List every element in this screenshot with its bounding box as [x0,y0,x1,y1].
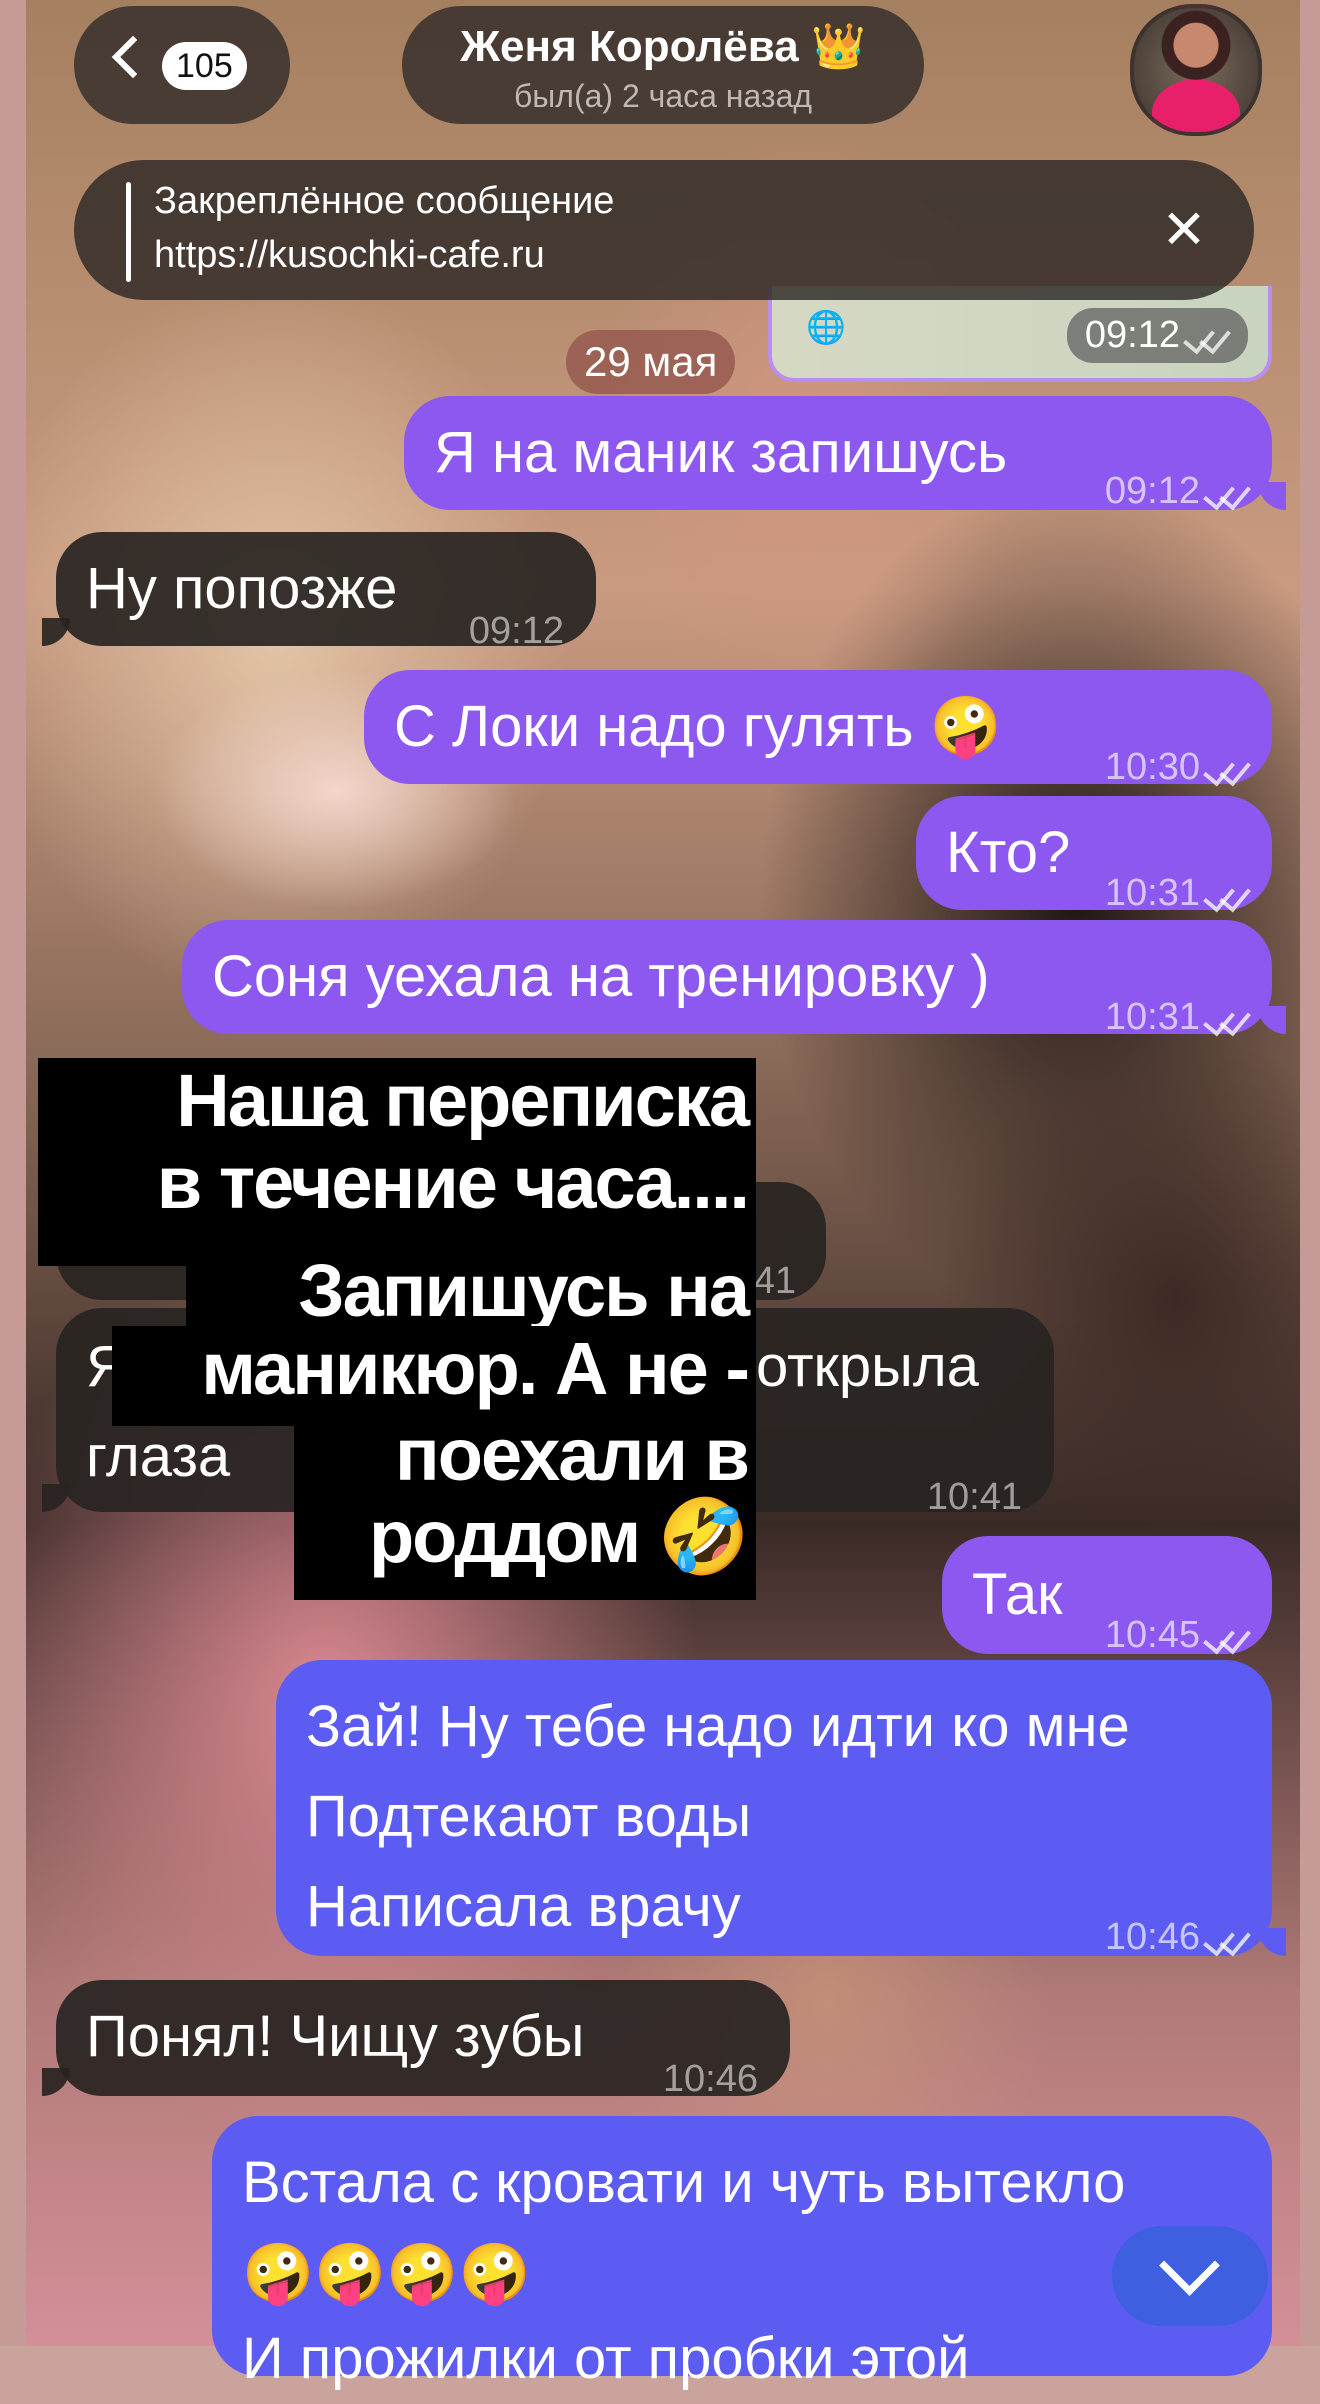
link-preview-card[interactable]: 🌐 09:12 [768,286,1272,382]
caption-line: роддом 🤣 [294,1494,756,1600]
double-check-icon [1204,880,1250,910]
globe-icon: 🌐 [806,308,846,346]
message-bubble[interactable]: Соня уехала на тренировку ) 10:31 [182,920,1286,1038]
message-text: Подтекают воды [306,1784,752,1849]
message-text: Зай! Ну тебе надо идти ко мне [306,1694,1130,1759]
contact-name: Женя Королёва 👑 [460,21,866,72]
double-check-icon [1204,1622,1250,1652]
message-bubble[interactable]: Ну попозже 09:12 [42,532,596,652]
message-time: 10:46 [1105,1892,1250,1982]
message-time: 09:12 [1105,446,1250,536]
message-time: 10:31 [1105,972,1250,1062]
message-text: Ну попозже [86,556,398,621]
chevron-left-icon [111,35,155,79]
chevron-down-icon [1159,2235,1220,2296]
preview-time: 09:12 [1066,308,1248,363]
message-time: 10:41 [926,1476,1022,1518]
message-time: 09:12 [468,610,564,652]
message-bubble[interactable]: Так 10:45 [942,1536,1272,1656]
double-check-icon [1184,322,1230,352]
close-icon[interactable]: ✕ [1156,202,1212,258]
scroll-down-button[interactable] [1112,2226,1268,2326]
last-seen-status: был(а) 2 часа назад [513,78,813,114]
pinned-indicator [126,182,131,282]
crown-icon: 👑 [810,21,866,72]
message-text: Кто? [946,820,1071,885]
message-bubble[interactable]: Зай! Ну тебе надо идти ко мне Подтекают … [276,1660,1286,1958]
message-time: 10:46 [662,2058,758,2100]
message-text: Написала врачу [306,1874,741,1939]
double-check-icon [1204,1004,1250,1034]
message-bubble[interactable]: Я на маник запишусь 09:12 [404,396,1286,512]
pinned-message-bar[interactable]: Закреплённое сообщение https://kusochki-… [74,160,1254,300]
message-bubble[interactable]: Понял! Чищу зубы 10:46 [42,1980,790,2100]
avatar[interactable] [1130,4,1262,136]
pinned-title: Закреплённое сообщение [154,180,615,222]
caption-line: Наша переписка [38,1058,756,1148]
message-text: Так [972,1562,1063,1627]
message-text: С Локи надо гулять 🤪 [394,694,1002,759]
left-edge [0,0,26,2346]
double-check-icon [1204,478,1250,508]
message-text: Соня уехала на тренировку ) [212,944,990,1009]
message-text: И прожилки от пробки этой [242,2326,970,2391]
message-bubble[interactable]: Кто? 10:31 [916,796,1272,914]
message-text: Я на маник запишусь [434,420,1008,485]
unread-count-badge: 105 [162,42,247,90]
caption-line: маникюр. А не - [112,1326,756,1426]
message-text: открыла [756,1334,979,1399]
double-check-icon [1204,1924,1250,1954]
right-edge [1300,0,1320,2346]
message-bubble[interactable]: С Локи надо гулять 🤪 10:30 [364,670,1272,788]
pinned-text: https://kusochki-cafe.ru [154,234,545,276]
chat-title[interactable]: Женя Королёва 👑 был(а) 2 часа назад [402,6,924,124]
message-text: Встала с кровати и чуть вытекло [242,2150,1126,2215]
message-bubble[interactable]: Встала с кровати и чуть вытекло 🤪🤪🤪🤪 И п… [212,2116,1272,2391]
message-text: 🤪🤪🤪🤪 [242,2239,531,2307]
message-text: Понял! Чищу зубы [86,2004,585,2069]
back-button[interactable]: 105 [74,6,290,124]
date-separator: 29 мая [566,330,736,394]
double-check-icon [1204,754,1250,784]
